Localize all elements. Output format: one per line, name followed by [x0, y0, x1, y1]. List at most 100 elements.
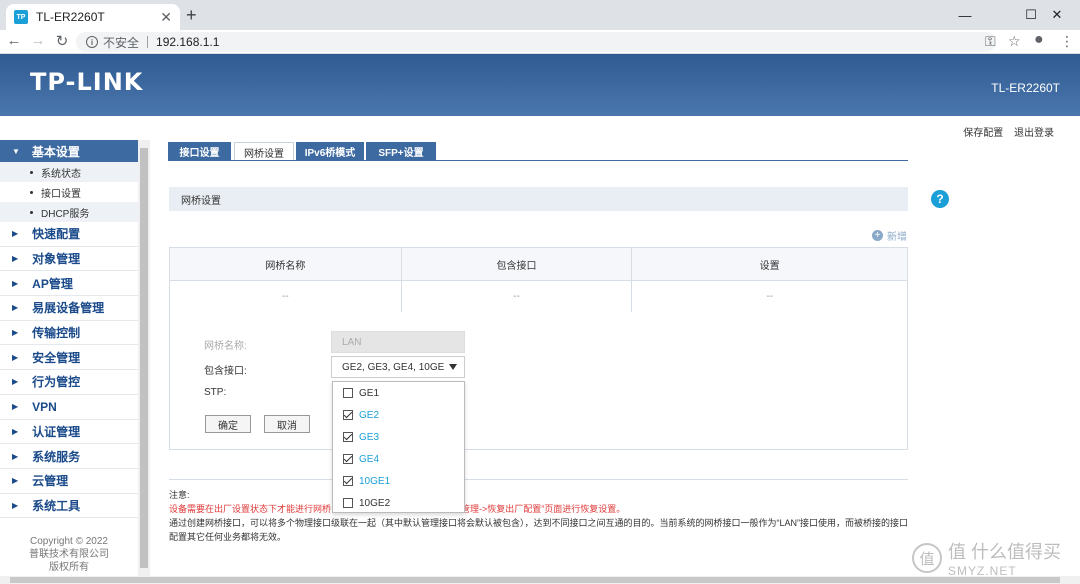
add-new-button[interactable]: + 新增	[872, 228, 907, 243]
sidebar-subitem-label: 系统状态	[41, 168, 81, 180]
checkbox-icon[interactable]	[343, 498, 353, 508]
ok-button[interactable]: 确定	[205, 415, 251, 433]
caret-right-icon: ▶	[12, 254, 19, 264]
sidebar-item-label: 易展设备管理	[32, 301, 105, 316]
checkbox-checked-icon[interactable]	[343, 410, 353, 420]
sidebar-subitem-system-status[interactable]: 系统状态	[0, 162, 138, 182]
tab-bridge-settings[interactable]: 网桥设置	[234, 142, 294, 161]
new-tab-button[interactable]: +	[186, 5, 197, 26]
cancel-button[interactable]: 取消	[264, 415, 310, 433]
sidebar-item-label: 基本设置	[31, 144, 80, 159]
key-icon[interactable]: ⚿	[985, 33, 996, 50]
table-cell: --	[169, 280, 402, 313]
url-text: 192.168.1.1	[156, 35, 220, 49]
notes-warning-right: 管理->恢复出厂配置”页面进行恢复设置。	[461, 504, 626, 514]
close-window-icon[interactable]: ✕	[1034, 0, 1080, 30]
scrollbar-thumb[interactable]	[140, 148, 148, 568]
notes-divider	[169, 479, 908, 480]
table-header: 设置	[631, 247, 908, 281]
port-option-ge2[interactable]: GE2	[333, 404, 464, 426]
caret-down-icon: ▼	[12, 146, 20, 156]
watermark: 值 值 什么值得买 SMYZ.NET	[912, 540, 1080, 578]
close-tab-icon[interactable]: ✕	[160, 9, 172, 26]
sidebar-item-label: VPN	[32, 399, 57, 414]
sidebar-subitem-interface-settings[interactable]: 接口设置	[0, 182, 138, 202]
option-label: GE1	[359, 387, 380, 399]
port-option-10ge2[interactable]: 10GE2	[333, 492, 464, 514]
sidebar-item[interactable]: ▶ 快速配置	[0, 222, 138, 247]
profile-avatar-icon[interactable]: ●	[1034, 31, 1044, 49]
checkbox-checked-icon[interactable]	[343, 454, 353, 464]
back-icon[interactable]: ←	[4, 32, 24, 49]
port-option-ge4[interactable]: GE4	[333, 448, 464, 470]
sidebar-item[interactable]: ▶ AP管理	[0, 271, 138, 297]
reload-icon[interactable]: ↻	[52, 32, 72, 50]
checkbox-checked-icon[interactable]	[343, 432, 353, 442]
caret-right-icon: ▶	[12, 500, 19, 510]
plus-circle-icon: +	[872, 230, 883, 241]
sidebar-item-label: 传输控制	[32, 326, 81, 341]
copyright-line: 版权所有	[49, 562, 89, 573]
sidebar-item[interactable]: ▶ 系统服务	[0, 444, 138, 469]
watermark-line2: SMYZ.NET	[948, 564, 1017, 578]
sidebar-item-label: AP管理	[32, 276, 73, 291]
minimize-icon[interactable]: —	[942, 0, 988, 30]
logout-link[interactable]: 退出登录	[1014, 128, 1054, 139]
sidebar-item[interactable]: ▶ 易展设备管理	[0, 296, 138, 321]
caret-right-icon: ▶	[12, 451, 19, 461]
bullet-icon	[30, 190, 33, 194]
notes-warning-left: 设备需要在出厂设置状态下才能进行网桥	[169, 504, 332, 514]
browser-tab-title: TL-ER2260T	[36, 10, 105, 24]
port-option-ge1[interactable]: GE1	[333, 382, 464, 404]
sidebar-item[interactable]: ▶ 系统工具	[0, 494, 138, 519]
sidebar-item[interactable]: ▶ 对象管理	[0, 247, 138, 272]
ports-label: 包含接口:	[204, 366, 247, 377]
sidebar-item[interactable]: ▶ 云管理	[0, 469, 138, 494]
sidebar-subitem-dhcp[interactable]: DHCP服务	[0, 202, 138, 222]
menu-kebab-icon[interactable]: ⋮	[1060, 33, 1074, 50]
sidebar-scrollbar[interactable]	[138, 140, 150, 576]
sidebar-item-label: 认证管理	[32, 424, 81, 439]
table-row: -- -- --	[169, 280, 908, 313]
horizontal-scrollbar[interactable]	[0, 576, 1080, 584]
sidebar-item[interactable]: ▶ VPN	[0, 395, 138, 420]
caret-right-icon: ▶	[12, 328, 19, 338]
sidebar-item-label: 快速配置	[32, 227, 81, 242]
bridge-name-input[interactable]: LAN	[331, 331, 465, 353]
port-option-ge3[interactable]: GE3	[333, 426, 464, 448]
sidebar-item[interactable]: ▶ 行为管控	[0, 370, 138, 395]
sidebar-item-basic-settings[interactable]: ▼ 基本设置	[0, 140, 138, 162]
scrollbar-thumb[interactable]	[10, 577, 1060, 583]
url-omnibox[interactable]: i 不安全 192.168.1.1	[76, 32, 996, 52]
watermark-logo-icon: 值	[912, 543, 942, 573]
sidebar-item[interactable]: ▶ 传输控制	[0, 321, 138, 346]
option-label: GE2	[359, 409, 380, 421]
tabs-underline	[168, 160, 908, 161]
ports-select[interactable]: GE2, GE3, GE4, 10GE	[331, 356, 465, 378]
sidebar-item-label: 对象管理	[32, 252, 81, 267]
tab-ipv6-bridge[interactable]: IPv6桥模式	[296, 142, 364, 161]
tab-interface-settings[interactable]: 接口设置	[168, 142, 231, 161]
table-cell: --	[400, 280, 633, 313]
browser-tab[interactable]: TP TL-ER2260T ✕	[6, 4, 180, 30]
notes-warning: 设备需要在出厂设置状态下才能进行网桥 管理->恢复出厂配置”页面进行恢复设置。	[169, 502, 909, 515]
forward-icon[interactable]: →	[28, 32, 48, 49]
checkbox-icon[interactable]	[343, 388, 353, 398]
notes-description: 通过创建网桥接口，可以将多个物理接口级联在一起（其中默认管理接口将会默认被包含）…	[169, 518, 909, 542]
caret-right-icon: ▶	[12, 402, 19, 412]
save-config-link[interactable]: 保存配置	[963, 128, 1003, 139]
sidebar-item-label: 云管理	[32, 474, 69, 489]
port-option-10ge1[interactable]: 10GE1	[333, 470, 464, 492]
sidebar-item[interactable]: ▶ 认证管理	[0, 420, 138, 445]
help-icon[interactable]: ?	[931, 190, 949, 208]
checkbox-checked-icon[interactable]	[343, 476, 353, 486]
ports-select-value: GE2, GE3, GE4, 10GE	[342, 361, 445, 373]
caret-right-icon: ▶	[12, 426, 19, 436]
tab-sfp-settings[interactable]: SFP+设置	[366, 142, 436, 161]
sidebar-item[interactable]: ▶ 安全管理	[0, 345, 138, 371]
info-icon[interactable]: i	[86, 36, 98, 48]
option-label: GE3	[359, 431, 380, 443]
ports-dropdown: GE1 GE2 GE3 GE4 10GE1 10GE2	[332, 381, 465, 513]
notes-title: 注意:	[169, 490, 190, 500]
bookmark-star-icon[interactable]: ☆	[1008, 33, 1021, 50]
